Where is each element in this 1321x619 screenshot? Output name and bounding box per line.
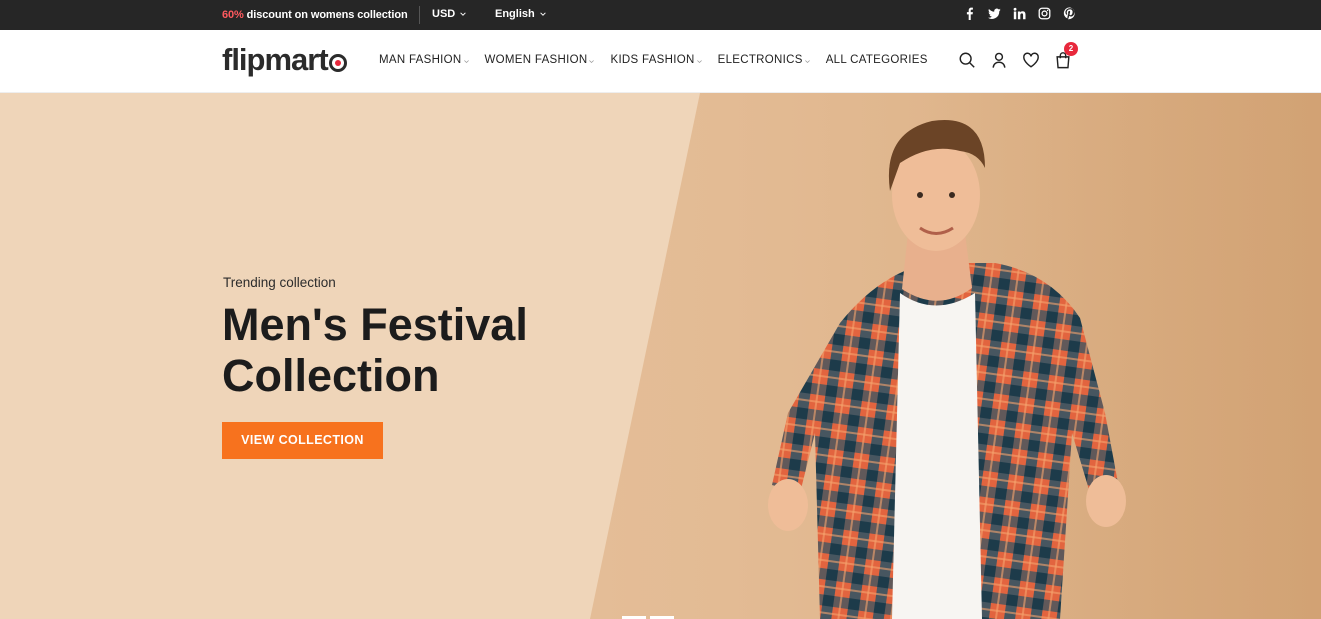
twitter-icon[interactable] xyxy=(988,7,1001,20)
logo-mark xyxy=(328,54,347,72)
hero-subtitle: Trending collection xyxy=(223,275,336,290)
promo-highlight: 60% xyxy=(222,9,244,21)
nav-all-categories[interactable]: ALL CATEGORIES xyxy=(826,54,928,66)
view-collection-button[interactable]: VIEW COLLECTION xyxy=(222,422,383,459)
heart-icon[interactable] xyxy=(1022,51,1040,69)
header-actions xyxy=(958,51,1072,69)
nav-label: KIDS FASHION xyxy=(610,54,695,66)
language-selector[interactable]: English xyxy=(495,8,547,20)
chevron-down-icon xyxy=(463,60,469,64)
site-logo[interactable]: flipmart xyxy=(222,42,347,78)
pinterest-icon[interactable] xyxy=(1063,7,1076,20)
nav-label: WOMEN FASHION xyxy=(484,54,588,66)
main-nav: MAN FASHION WOMEN FASHION KIDS FASHION E… xyxy=(379,54,943,66)
nav-women-fashion[interactable]: WOMEN FASHION xyxy=(485,54,596,66)
chevron-down-icon xyxy=(460,12,466,16)
divider xyxy=(419,6,420,24)
top-bar: 60% discount on womens collection USD En… xyxy=(0,0,1321,30)
currency-label: USD xyxy=(432,8,456,20)
model-image xyxy=(768,119,1126,619)
facebook-icon[interactable] xyxy=(963,7,976,20)
nav-electronics[interactable]: ELECTRONICS xyxy=(718,54,811,66)
chevron-down-icon xyxy=(696,60,702,64)
hero-banner: Trending collection Men's Festival Colle… xyxy=(0,93,1321,619)
nav-kids-fashion[interactable]: KIDS FASHION xyxy=(610,54,702,66)
logo-text: flipmart xyxy=(222,42,329,77)
promo-message: discount on womens collection xyxy=(243,9,408,21)
chevron-down-icon xyxy=(589,60,595,64)
currency-selector[interactable]: USD xyxy=(432,8,467,20)
nav-man-fashion[interactable]: MAN FASHION xyxy=(379,54,470,66)
promo-text: 60% discount on womens collection xyxy=(222,9,408,21)
linkedin-icon[interactable] xyxy=(1013,7,1026,20)
nav-label: ALL CATEGORIES xyxy=(825,54,928,66)
social-links xyxy=(963,7,1076,20)
nav-label: ELECTRONICS xyxy=(717,54,803,66)
search-icon[interactable] xyxy=(958,51,976,69)
cart-count-badge: 2 xyxy=(1064,42,1078,56)
chevron-down-icon xyxy=(804,60,810,64)
language-label: English xyxy=(495,8,535,20)
hero-title: Men's Festival Collection xyxy=(222,299,528,401)
instagram-icon[interactable] xyxy=(1038,7,1051,20)
chevron-down-icon xyxy=(539,12,546,16)
nav-label: MAN FASHION xyxy=(379,54,462,66)
user-icon[interactable] xyxy=(990,51,1008,69)
main-header: flipmart MAN FASHION WOMEN FASHION KIDS … xyxy=(0,30,1321,93)
